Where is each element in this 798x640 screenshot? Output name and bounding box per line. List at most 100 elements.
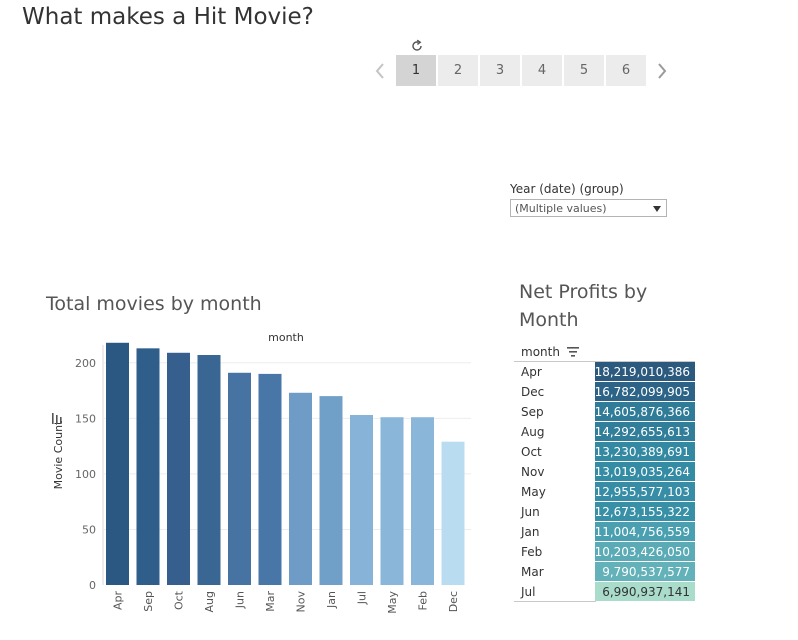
table-row[interactable]: Apr 18,219,010,386 [514, 362, 695, 382]
row-month-label: Oct [521, 445, 542, 459]
profit-value: 12,673,155,322 [594, 505, 690, 519]
profit-cell[interactable]: 16,782,099,905 [595, 382, 695, 402]
bar-mar [258, 373, 282, 585]
row-month-label: Dec [521, 385, 545, 399]
sort-icon-bar [56, 415, 58, 424]
profit-value: 9,790,537,577 [602, 565, 690, 579]
profit-value: 12,955,577,103 [594, 485, 690, 499]
table-row[interactable]: Sep 14,605,876,366 [514, 402, 695, 422]
table-row[interactable]: May 12,955,577,103 [514, 482, 695, 502]
profit-cell[interactable]: 9,790,537,577 [595, 562, 695, 582]
x-tick-label: Oct [173, 590, 186, 610]
row-month-label: Jun [521, 505, 540, 519]
chart-header-month: month [268, 331, 304, 344]
y-tick-label: 100 [75, 468, 96, 481]
profit-value: 13,019,035,264 [594, 465, 690, 479]
movies-by-month-chart: month 0 50 100 150 200 Movie Count Apr Sep Oct Aug… [52, 331, 471, 614]
bar-apr [106, 342, 129, 585]
y-axis-label: Movie Count [52, 420, 65, 489]
year-filter-dropdown[interactable]: (Multiple values) [510, 199, 667, 217]
profit-value: 14,605,876,366 [594, 405, 690, 419]
profit-cell[interactable]: 14,292,655,613 [595, 422, 695, 442]
pager-button-5[interactable]: 5 [564, 55, 604, 86]
profit-cell[interactable]: 12,955,577,103 [595, 482, 695, 502]
sort-descending-icon[interactable] [567, 346, 579, 357]
x-tick-label: Dec [447, 591, 460, 612]
profits-table: Apr 18,219,010,386 Dec 16,782,099,905 Sep 14,… [514, 362, 695, 602]
pager-button-3[interactable]: 3 [480, 55, 520, 86]
profit-cell[interactable]: 18,219,010,386 [595, 362, 695, 382]
table-bottom-divider [514, 601, 596, 602]
pager-button-4[interactable]: 4 [522, 55, 562, 86]
x-tick-label: Jan [325, 591, 338, 609]
x-tick-label: Apr [112, 591, 125, 611]
dashboard-title: What makes a Hit Movie? [22, 4, 314, 30]
bar-dec [441, 441, 465, 585]
profit-value: 16,782,099,905 [594, 385, 690, 399]
table-row[interactable]: Mar 9,790,537,577 [514, 562, 695, 582]
profit-cell[interactable]: 13,230,389,691 [595, 442, 695, 462]
row-month-label: Sep [521, 405, 544, 419]
profit-value: 13,230,389,691 [594, 445, 690, 459]
pager-button-1[interactable]: 1 [396, 55, 436, 86]
y-tick-label: 50 [82, 523, 96, 536]
chevron-left-icon[interactable] [372, 60, 388, 82]
profit-cell[interactable]: 13,019,035,264 [595, 462, 695, 482]
table-row[interactable]: Jan 11,004,756,559 [514, 522, 695, 542]
table-row[interactable]: Oct 13,230,389,691 [514, 442, 695, 462]
sort-icon-bar [52, 413, 54, 424]
bar-oct [167, 352, 190, 585]
bar-nov [289, 392, 312, 585]
x-tick-label: Aug [203, 591, 216, 612]
bar-jun [228, 372, 251, 585]
profit-cell[interactable]: 10,203,426,050 [595, 542, 695, 562]
profit-cell[interactable]: 6,990,937,141 [595, 582, 695, 602]
profit-value: 18,219,010,386 [594, 365, 690, 379]
pager-button-6[interactable]: 6 [606, 55, 646, 86]
x-tick-label: Sep [142, 591, 155, 612]
x-tick-label: Jun [234, 591, 247, 609]
chevron-right-icon[interactable] [654, 60, 670, 82]
table-row[interactable]: Nov 13,019,035,264 [514, 462, 695, 482]
row-month-label: Aug [521, 425, 545, 439]
row-month-label: Nov [521, 465, 545, 479]
filter-label: Year (date) (group) [510, 182, 624, 196]
profit-value: 6,990,937,141 [602, 585, 690, 599]
table-row[interactable]: Jun 12,673,155,322 [514, 502, 695, 522]
profit-cell[interactable]: 14,605,876,366 [595, 402, 695, 422]
dropdown-arrow-icon [653, 206, 661, 212]
profit-value: 10,203,426,050 [594, 545, 690, 559]
bar-aug [197, 355, 221, 585]
x-tick-label: Mar [264, 591, 277, 612]
row-month-label: Apr [521, 365, 542, 379]
profit-value: 14,292,655,613 [594, 425, 690, 439]
sort-icon-bar [60, 417, 62, 424]
table-title: Net Profits by Month [519, 281, 648, 331]
row-month-label: Feb [521, 545, 543, 559]
x-tick-label: May [386, 591, 399, 614]
bar-feb [411, 417, 434, 585]
profit-cell[interactable]: 11,004,756,559 [595, 522, 695, 542]
sort-descending-icon[interactable] [52, 413, 62, 424]
row-month-label: Mar [521, 565, 544, 579]
row-month-label: Jul [521, 585, 536, 599]
x-tick-label: Jul [356, 591, 369, 605]
bar-jan [319, 396, 343, 585]
row-month-label: May [521, 485, 546, 499]
reset-icon[interactable] [409, 38, 425, 54]
profit-cell[interactable]: 12,673,155,322 [595, 502, 695, 522]
pager-button-2[interactable]: 2 [438, 55, 478, 86]
profit-value: 11,004,756,559 [594, 525, 690, 539]
y-tick-label: 150 [75, 412, 96, 425]
x-tick-label: Nov [295, 591, 308, 613]
table-row[interactable]: Dec 16,782,099,905 [514, 382, 695, 402]
table-row[interactable]: Feb 10,203,426,050 [514, 542, 695, 562]
chart-title: Total movies by month [46, 293, 262, 315]
table-row[interactable]: Aug 14,292,655,613 [514, 422, 695, 442]
table-header-month: month [521, 345, 560, 359]
y-tick-label: 0 [89, 579, 96, 592]
table-row[interactable]: Jul 6,990,937,141 [514, 582, 695, 602]
x-tick-label: Feb [417, 591, 430, 610]
bar-jul [350, 415, 373, 585]
row-month-label: Jan [521, 525, 540, 539]
